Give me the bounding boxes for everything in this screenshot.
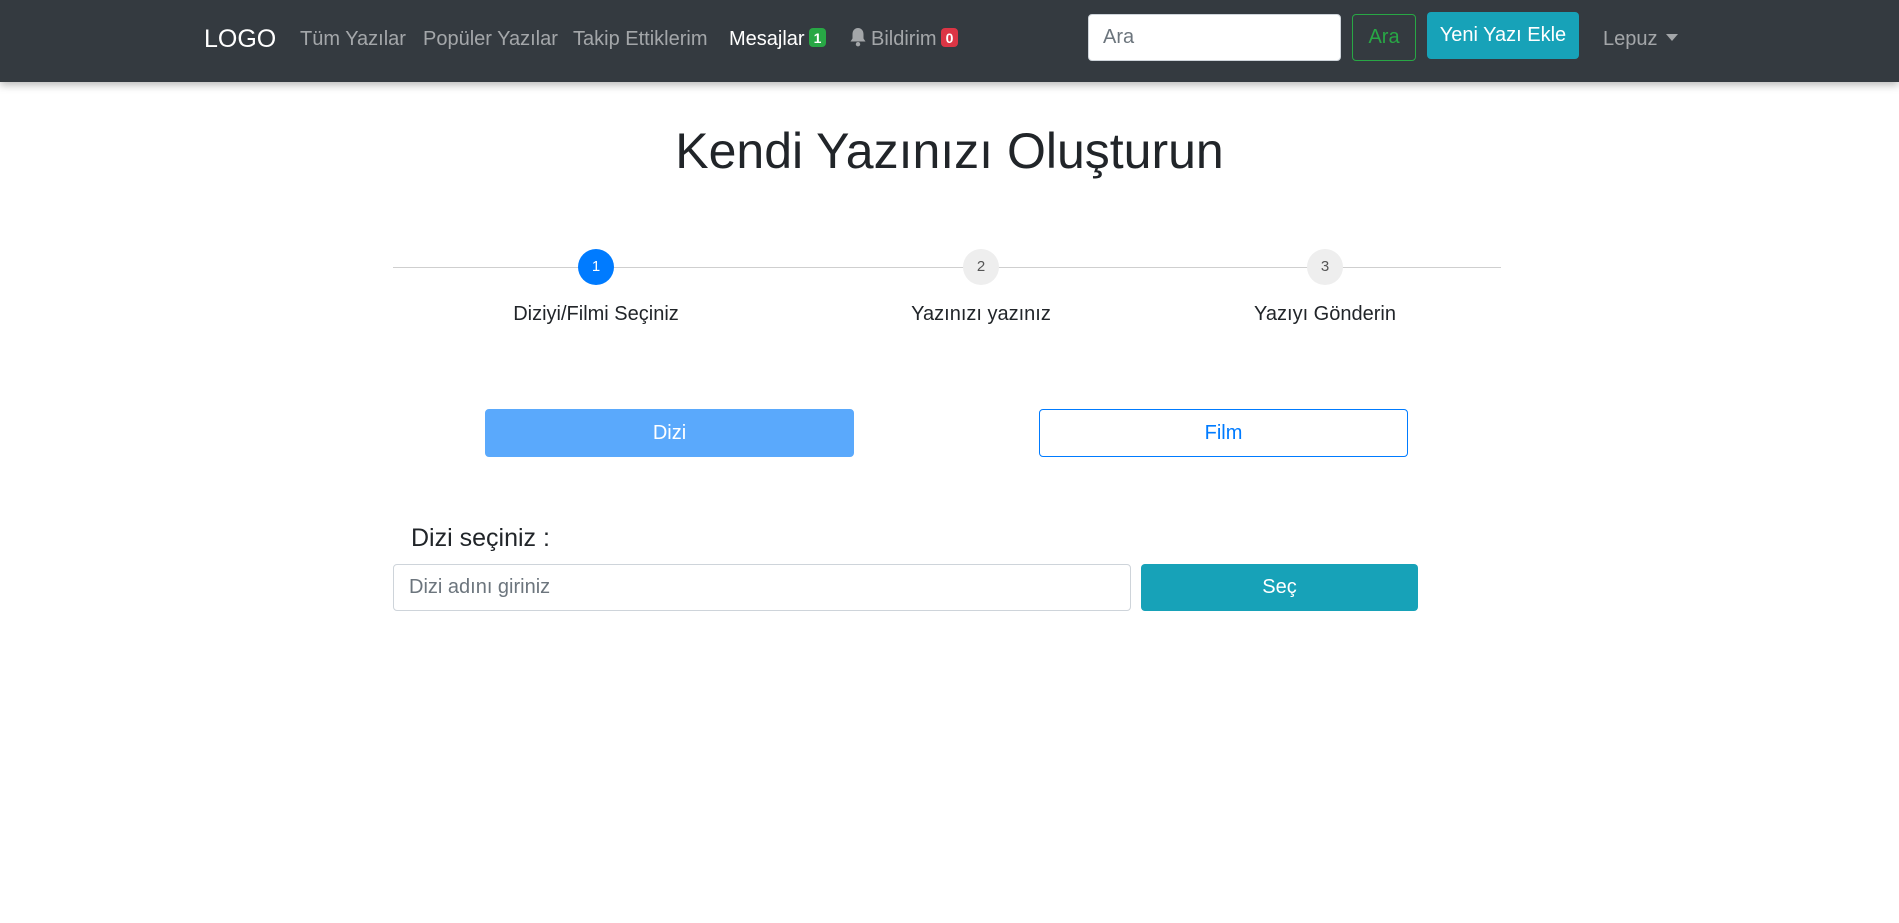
page-title: Kendi Yazınızı Oluşturun bbox=[675, 123, 1224, 179]
search-button[interactable]: Ara bbox=[1352, 14, 1416, 61]
film-type-button[interactable]: Film bbox=[1039, 409, 1408, 457]
notifications-count-badge: 0 bbox=[940, 28, 959, 47]
user-menu-dropdown[interactable]: Lepuz bbox=[1603, 27, 1678, 51]
series-type-button[interactable]: Dizi bbox=[485, 409, 854, 457]
bell-icon bbox=[849, 27, 867, 53]
messages-count-badge: 1 bbox=[808, 28, 827, 47]
select-series-label: Dizi seçiniz : bbox=[411, 524, 550, 552]
step-3-label: Yazıyı Gönderin bbox=[1254, 303, 1396, 325]
step-2-circle: 2 bbox=[963, 249, 999, 285]
nav-link-popular-posts[interactable]: Popüler Yazılar bbox=[423, 27, 558, 51]
caret-down-icon bbox=[1665, 34, 1678, 41]
step-3-circle: 3 bbox=[1307, 249, 1343, 285]
top-navbar: LOGO Tüm Yazılar Popüler Yazılar Takip E… bbox=[0, 0, 1899, 82]
step-2-label: Yazınızı yazınız bbox=[911, 303, 1051, 325]
select-button[interactable]: Seç bbox=[1141, 564, 1418, 611]
nav-link-messages[interactable]: Mesajlar 1 bbox=[729, 27, 827, 51]
brand-logo[interactable]: LOGO bbox=[204, 24, 276, 54]
notifications-label: Bildirim bbox=[871, 28, 937, 50]
add-new-post-button[interactable]: Yeni Yazı Ekle bbox=[1427, 12, 1579, 59]
series-name-input[interactable] bbox=[393, 564, 1131, 611]
nav-link-notifications[interactable]: Bildirim 0 bbox=[849, 27, 959, 53]
nav-link-all-posts[interactable]: Tüm Yazılar bbox=[300, 27, 406, 51]
messages-label: Mesajlar bbox=[729, 28, 805, 50]
search-input[interactable] bbox=[1088, 14, 1341, 61]
step-1-circle: 1 bbox=[578, 249, 614, 285]
step-1-label: Diziyi/Filmi Seçiniz bbox=[513, 303, 679, 325]
nav-link-following[interactable]: Takip Ettiklerim bbox=[573, 27, 707, 51]
user-name: Lepuz bbox=[1603, 28, 1658, 50]
